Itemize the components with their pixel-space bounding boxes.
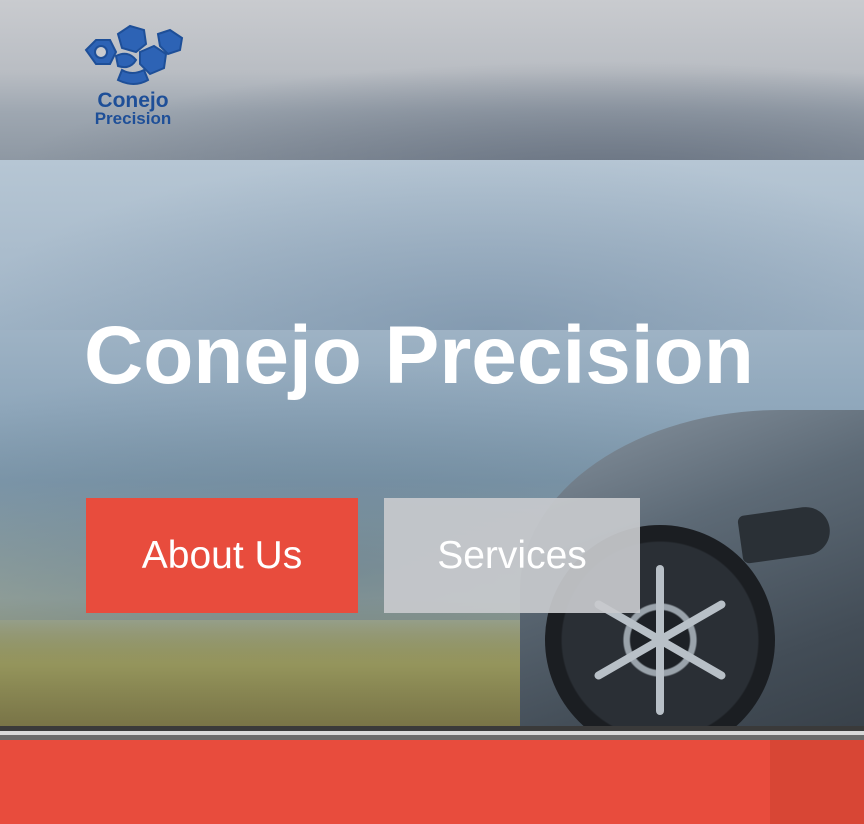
hero-title: Conejo Precision	[84, 310, 754, 401]
services-button[interactable]: Services	[384, 498, 640, 613]
about-us-button[interactable]: About Us	[86, 498, 358, 613]
mountain-ridge	[0, 150, 864, 330]
bottom-section-corner	[770, 740, 864, 824]
logo-wordmark: Conejo Precision	[78, 89, 188, 128]
bottom-section-band	[0, 740, 864, 824]
site-header: Conejo Precision	[0, 0, 864, 160]
site-logo[interactable]: Conejo Precision	[78, 22, 188, 134]
logo-text-line2: Precision	[94, 109, 172, 128]
section-divider	[0, 726, 864, 740]
logo-text-line1: Conejo	[97, 89, 169, 112]
gear-nuts-icon	[84, 24, 184, 85]
